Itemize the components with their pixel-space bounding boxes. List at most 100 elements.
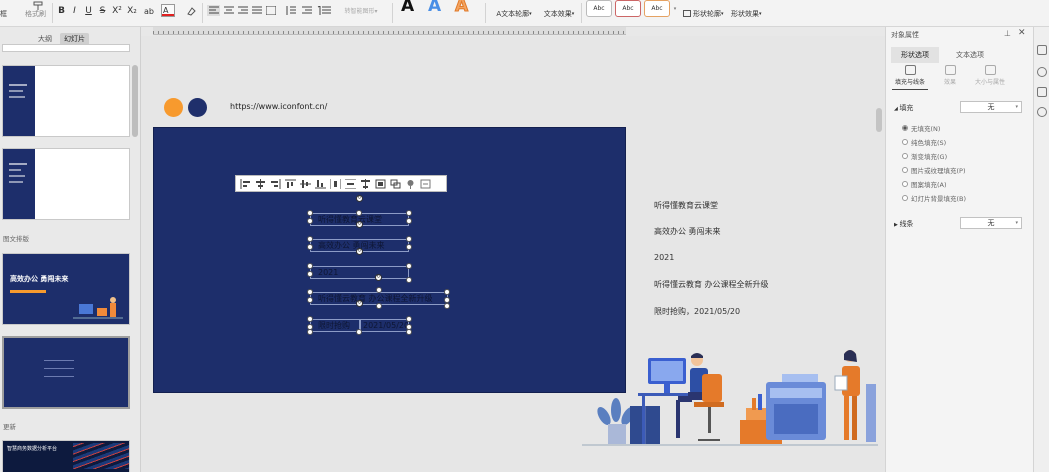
indent-icon[interactable] <box>300 5 313 16</box>
slide-thumbnail-3[interactable] <box>2 148 130 220</box>
side-text-year[interactable]: 2021 <box>654 253 674 262</box>
side-text-promo[interactable]: 限时抢购，2021/05/20 <box>654 306 740 317</box>
resize-handle[interactable] <box>307 271 313 277</box>
side-text-slogan[interactable]: 高效办公 勇闯未来 <box>654 226 721 237</box>
fill-section-header[interactable]: ◢ 填充 <box>894 103 913 113</box>
slide-thumbnail-6[interactable]: 智慧商务数据分析平台 <box>2 440 130 472</box>
font-color-button[interactable]: A <box>161 4 175 17</box>
shape-outline-button[interactable]: 形状轮廓 ▾ <box>683 8 729 19</box>
subtab-size[interactable]: 大小与属性 <box>968 65 1012 86</box>
resize-handle[interactable] <box>307 297 313 303</box>
pin-panel-icon[interactable]: ⊥ <box>1004 29 1011 38</box>
clear-format-icon[interactable] <box>185 5 197 16</box>
pin-icon[interactable] <box>404 178 417 189</box>
align-middle-objects-icon[interactable] <box>299 178 312 189</box>
distribute-icon[interactable] <box>264 5 277 16</box>
slide-thumbnail-4[interactable]: 高效办公 勇闯未来 <box>2 253 130 325</box>
office-illustration[interactable] <box>582 348 878 448</box>
align-right-objects-icon[interactable] <box>269 178 282 189</box>
distribute-horizontal-icon[interactable] <box>329 178 342 189</box>
distribute-vertical-icon[interactable] <box>344 178 357 189</box>
rotate-handle-icon[interactable]: ↻ <box>356 195 363 202</box>
slide-thumbnail-2[interactable] <box>2 65 130 137</box>
align-left-icon[interactable] <box>207 5 220 16</box>
resize-handle[interactable] <box>307 218 313 224</box>
navy-circle[interactable] <box>188 98 207 117</box>
resize-handle[interactable] <box>444 303 450 309</box>
align-right-icon[interactable] <box>236 5 249 16</box>
format-painter-icon[interactable] <box>30 0 46 10</box>
text-outline-button[interactable]: A 文本轮廓 ▾ <box>494 8 534 19</box>
superscript-button[interactable]: X² <box>111 5 123 16</box>
wordart-black[interactable]: A <box>401 0 414 15</box>
highlight-icon[interactable]: ab <box>142 5 158 16</box>
shape-style-red[interactable]: Abc <box>615 0 641 17</box>
paragraph-spacing-icon[interactable] <box>316 5 332 16</box>
radio-no-fill[interactable]: 无填充(N) <box>902 123 940 133</box>
radio-gradient-fill[interactable]: 渐变填充(G) <box>902 151 947 161</box>
resize-handle[interactable] <box>376 303 382 309</box>
resize-handle[interactable] <box>376 287 382 293</box>
radio-solid-fill[interactable]: 纯色填充(S) <box>902 137 946 147</box>
animation-tool-icon[interactable] <box>1037 87 1047 97</box>
subtab-fill-line[interactable]: 填充与线条 <box>888 65 932 86</box>
strikethrough-button[interactable]: S <box>98 5 107 16</box>
resize-handle[interactable] <box>307 316 313 322</box>
radio-background-fill[interactable]: 幻灯片背景填充(B) <box>902 193 966 203</box>
style-expand-icon[interactable]: ▾ <box>672 0 678 17</box>
tab-shape-options[interactable]: 形状选项 <box>891 47 939 63</box>
fit-slide-icon[interactable] <box>374 178 387 189</box>
resize-handle[interactable] <box>406 263 412 269</box>
style-tool-icon[interactable] <box>1037 67 1047 77</box>
bold-button[interactable]: B <box>57 5 66 16</box>
slide-thumbnail-5-selected[interactable] <box>2 336 130 409</box>
resize-handle[interactable] <box>406 329 412 335</box>
underline-button[interactable]: U <box>84 5 93 16</box>
resize-handle[interactable] <box>307 236 313 242</box>
resize-handle[interactable] <box>444 289 450 295</box>
line-dropdown[interactable]: 无 ▾ <box>960 217 1022 229</box>
textbox-date[interactable]: 2021/05/20 <box>360 319 409 332</box>
wordart-orange[interactable]: A <box>454 0 468 16</box>
textbox-year[interactable]: 2021 <box>310 266 409 279</box>
textbox-promo[interactable]: 限时抢购 <box>310 319 360 332</box>
shape-style-white[interactable]: Abc <box>586 0 612 17</box>
equal-spacing-icon[interactable] <box>359 178 372 189</box>
resize-handle[interactable] <box>307 289 313 295</box>
resize-handle[interactable] <box>307 263 313 269</box>
source-url-text[interactable]: https://www.iconfont.cn/ <box>230 102 327 111</box>
slide-main[interactable] <box>153 127 626 393</box>
group-objects-icon[interactable] <box>389 178 402 189</box>
slide-thumbnail-1[interactable] <box>2 44 130 52</box>
subtab-effects[interactable]: 效果 <box>928 65 972 86</box>
resize-handle[interactable] <box>406 210 412 216</box>
align-center-icon[interactable] <box>222 5 235 16</box>
align-left-objects-icon[interactable] <box>239 178 252 189</box>
orange-circle[interactable] <box>164 98 183 117</box>
resize-handle[interactable] <box>356 329 362 335</box>
resize-handle[interactable] <box>307 210 313 216</box>
resize-handle[interactable] <box>406 316 412 322</box>
side-text-title[interactable]: 听得懂教育云课堂 <box>654 200 718 211</box>
help-icon[interactable] <box>1037 107 1047 117</box>
fill-dropdown[interactable]: 无 ▾ <box>960 101 1022 113</box>
resize-handle[interactable] <box>406 244 412 250</box>
title-dropdown-icon[interactable]: ▾ <box>916 30 919 36</box>
line-section-header[interactable]: ▶ 线条 <box>894 219 913 229</box>
rotate-handle-icon[interactable]: ↻ <box>356 248 363 255</box>
align-center-objects-icon[interactable] <box>254 178 267 189</box>
rotate-handle-icon[interactable]: ↻ <box>356 300 363 307</box>
subscript-button[interactable]: X₂ <box>126 5 138 16</box>
rotate-handle-icon[interactable]: ↻ <box>356 221 363 228</box>
radio-picture-fill[interactable]: 图片或纹理填充(P) <box>902 165 966 175</box>
shape-effect-button[interactable]: 形状效果 ▾ <box>731 8 771 19</box>
wordart-blue[interactable]: A <box>428 0 441 15</box>
align-top-objects-icon[interactable] <box>284 178 297 189</box>
resize-handle[interactable] <box>356 210 362 216</box>
convert-smartart-button[interactable]: 转智能图形▾ <box>336 5 386 16</box>
more-options-icon[interactable] <box>419 178 432 189</box>
text-effects-button[interactable]: 文本效果 ▾ <box>541 8 577 19</box>
justify-icon[interactable] <box>250 5 263 16</box>
tab-text-options[interactable]: 文本选项 <box>946 47 994 63</box>
thumbnail-scrollbar[interactable] <box>132 65 138 137</box>
